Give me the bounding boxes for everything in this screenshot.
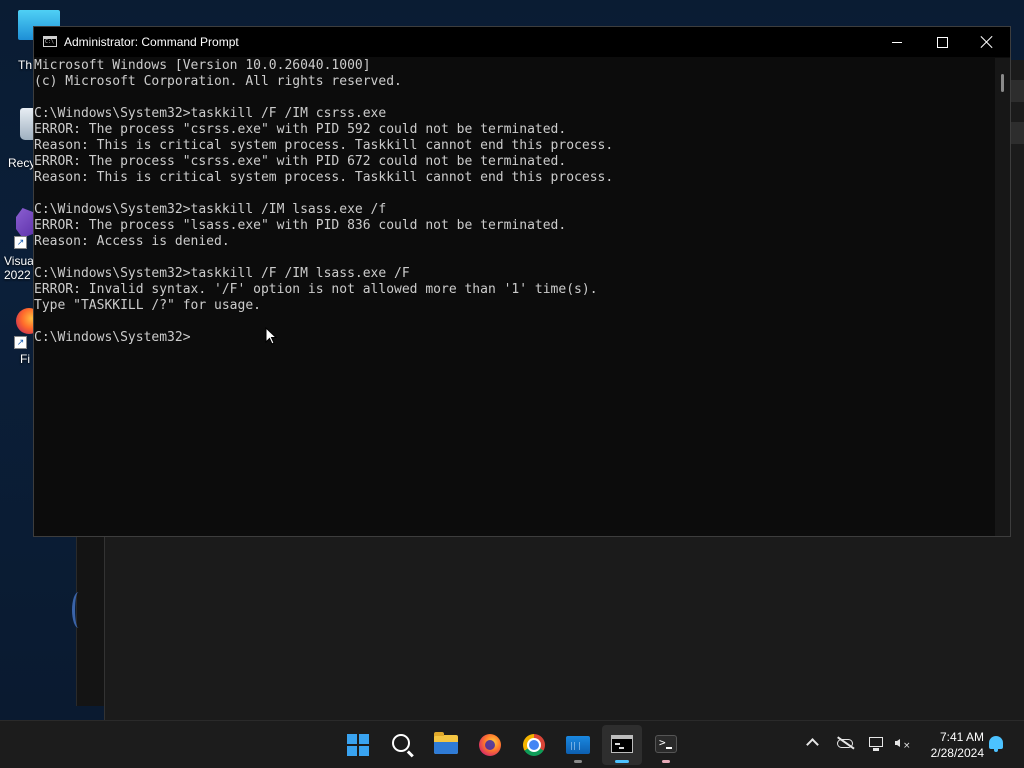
background-window-control[interactable] (1010, 122, 1024, 144)
onedrive-tray[interactable] (836, 734, 854, 752)
volume-tray[interactable]: × (893, 734, 911, 752)
clock-date: 2/28/2024 (930, 746, 984, 760)
search-icon (392, 734, 410, 752)
start-button[interactable] (338, 725, 378, 765)
taskbar-file-explorer[interactable] (426, 725, 466, 765)
console-line: Reason: Access is denied. (34, 234, 230, 249)
taskbar-command-prompt[interactable] (602, 725, 642, 765)
console-line: Microsoft Windows [Version 10.0.26040.10… (34, 58, 371, 73)
console-line: C:\Windows\System32>taskkill /F /IM lsas… (34, 266, 410, 281)
minimize-button[interactable] (874, 27, 920, 57)
clock-time: 7:41 AM (939, 730, 984, 744)
cmd-icon (611, 735, 633, 753)
vertical-scrollbar[interactable] (995, 58, 1010, 536)
taskbar-resource-monitor[interactable] (558, 725, 598, 765)
close-icon (980, 35, 994, 49)
cmd-app-icon[interactable] (43, 36, 57, 47)
console-line: (c) Microsoft Corporation. All rights re… (34, 74, 402, 89)
show-hidden-icons-button[interactable] (804, 734, 822, 752)
terminal-icon (655, 735, 677, 753)
notification-bell-icon[interactable] (989, 736, 1003, 752)
shortcut-arrow-icon: ↗ (14, 336, 27, 349)
scrollbar-thumb[interactable] (1001, 74, 1004, 92)
console-output[interactable]: Microsoft Windows [Version 10.0.26040.10… (34, 58, 994, 536)
minimize-icon (892, 42, 902, 43)
tray-clock[interactable]: 7:41 AM 2/28/2024 (918, 729, 984, 761)
chevron-up-icon (806, 738, 819, 751)
chrome-icon (523, 734, 545, 756)
command-prompt-window[interactable]: Administrator: Command Prompt Microsoft … (33, 26, 1011, 537)
title-bar[interactable]: Administrator: Command Prompt (34, 27, 1010, 57)
console-line: Reason: This is critical system process.… (34, 170, 614, 185)
console-line: Reason: This is critical system process.… (34, 138, 614, 153)
taskbar-terminal[interactable] (646, 725, 686, 765)
monitor-icon (566, 736, 590, 754)
windows-start-icon (347, 734, 369, 756)
console-line: ERROR: The process "csrss.exe" with PID … (34, 122, 567, 137)
shortcut-arrow-icon: ↗ (14, 236, 27, 249)
search-button[interactable] (382, 725, 422, 765)
mute-x-icon: × (903, 741, 911, 751)
active-indicator (615, 760, 629, 763)
speaker-muted-icon (895, 739, 900, 747)
console-line: C:\Windows\System32>taskkill /IM lsass.e… (34, 202, 387, 217)
network-tray[interactable] (868, 734, 886, 752)
console-line: ERROR: The process "csrss.exe" with PID … (34, 154, 567, 169)
background-window-element (72, 592, 85, 628)
console-line: Type "TASKKILL /?" for usage. (34, 298, 261, 313)
running-indicator (662, 760, 670, 763)
console-line: ERROR: Invalid syntax. '/F' option is no… (34, 282, 598, 297)
window-title: Administrator: Command Prompt (64, 35, 239, 49)
console-line: C:\Windows\System32>taskkill /F /IM csrs… (34, 106, 387, 121)
maximize-button[interactable] (919, 27, 965, 57)
mouse-pointer-icon (265, 327, 277, 345)
maximize-icon (937, 37, 948, 48)
console-line: ERROR: The process "lsass.exe" with PID … (34, 218, 567, 233)
taskbar-chrome[interactable] (514, 725, 554, 765)
taskbar-firefox[interactable] (470, 725, 510, 765)
firefox-icon (479, 734, 501, 756)
close-button[interactable] (964, 27, 1010, 57)
folder-icon (434, 732, 458, 754)
running-indicator (574, 760, 582, 763)
background-window-control[interactable] (1010, 80, 1024, 102)
network-icon (869, 737, 883, 751)
console-line: C:\Windows\System32> (34, 330, 191, 345)
cloud-offline-icon (837, 739, 853, 748)
